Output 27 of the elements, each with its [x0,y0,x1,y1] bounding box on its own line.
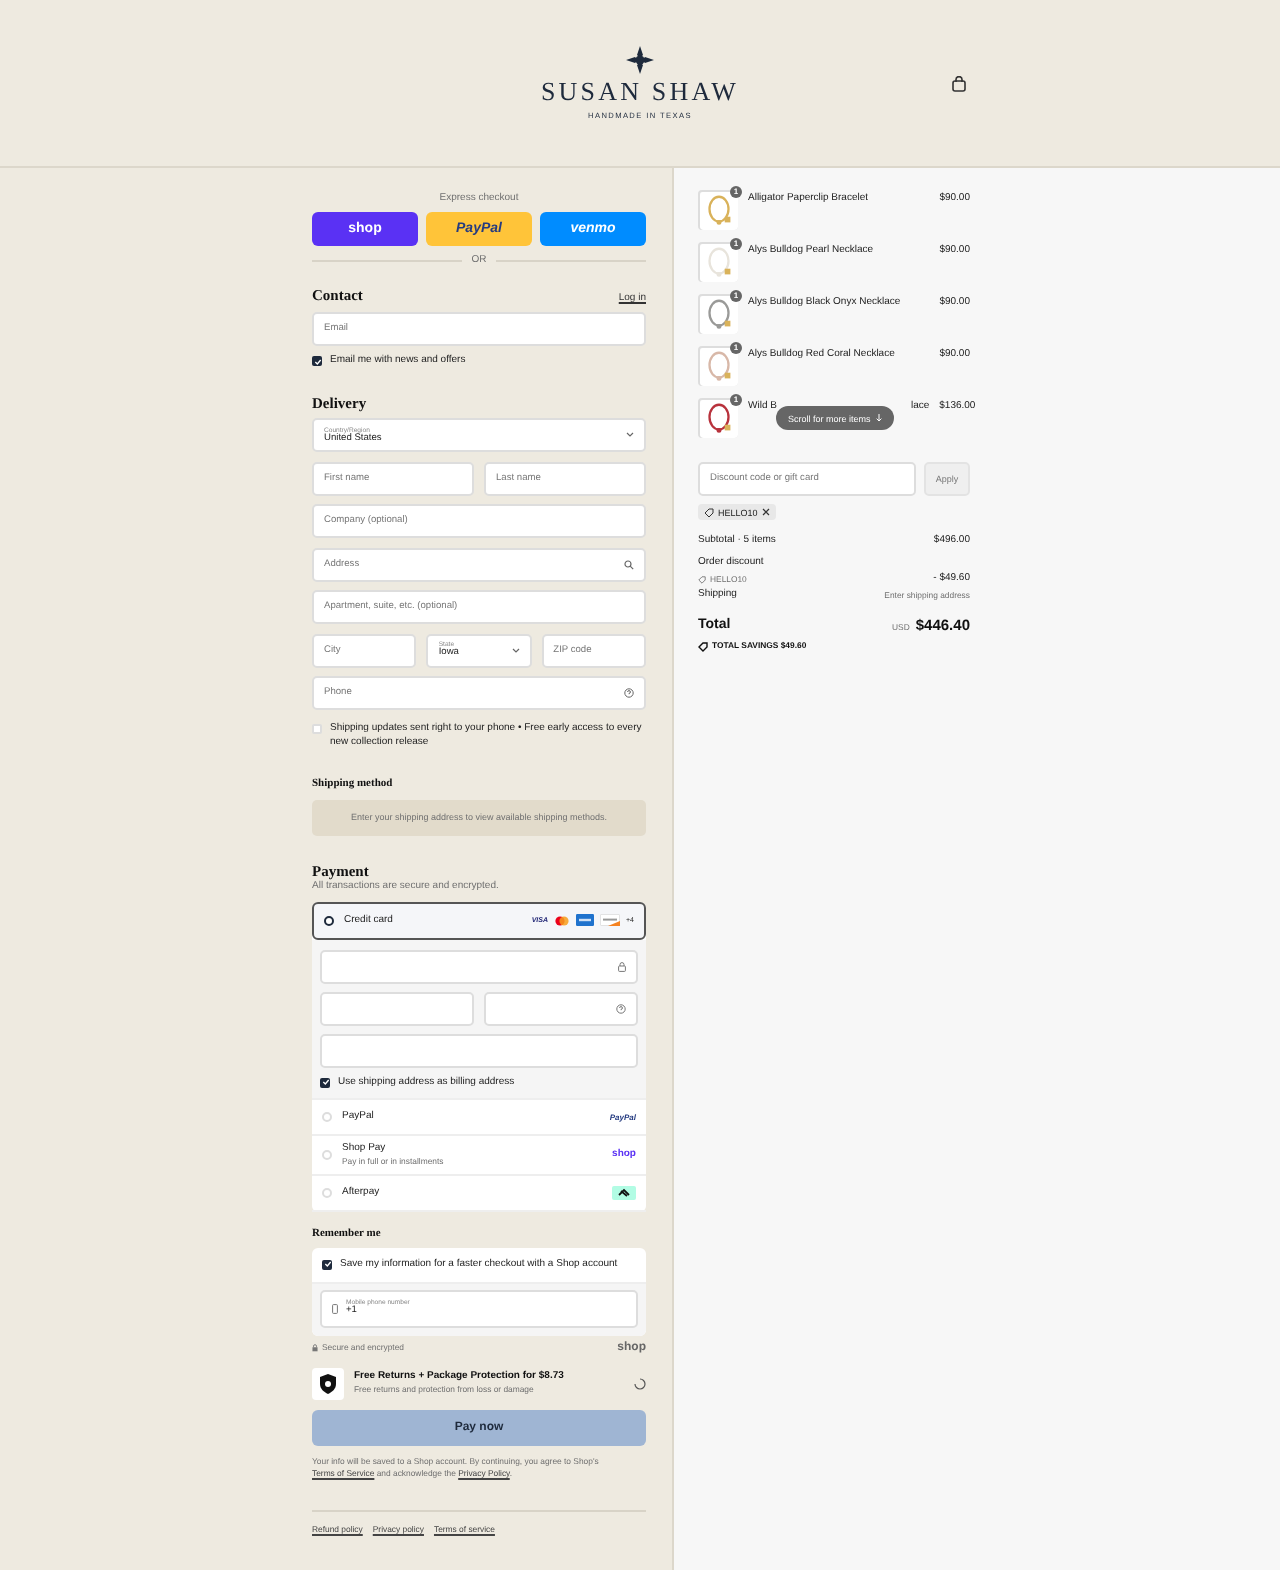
brand-name[interactable]: SUSAN SHAW [540,78,740,106]
card-brand-icon [576,914,594,926]
lock-icon [312,1343,318,1351]
tag-icon [698,641,708,651]
lock-icon [618,961,626,971]
input-field[interactable] [484,991,638,1025]
help-icon [624,688,634,698]
tag-icon [698,575,706,583]
shield-icon [312,1367,344,1399]
help-icon [616,1003,626,1013]
emblem-icon [626,46,654,74]
card-brand-icon [600,914,620,926]
chevron-down-icon [511,647,520,653]
spinner-icon [634,1377,646,1389]
mastercard-icon [554,915,570,925]
checkbox[interactable] [312,723,322,733]
tag-icon [704,507,714,517]
chevron-down-icon [626,432,634,438]
bag-icon[interactable] [952,76,966,92]
arrow-down-icon [876,414,883,422]
input-field[interactable] [320,991,474,1025]
radio-button[interactable] [324,915,334,925]
input-field[interactable] [320,1033,638,1067]
search-icon [624,559,634,569]
close-icon[interactable] [761,508,770,516]
phone-icon [332,1303,338,1313]
input-field[interactable] [320,949,638,983]
